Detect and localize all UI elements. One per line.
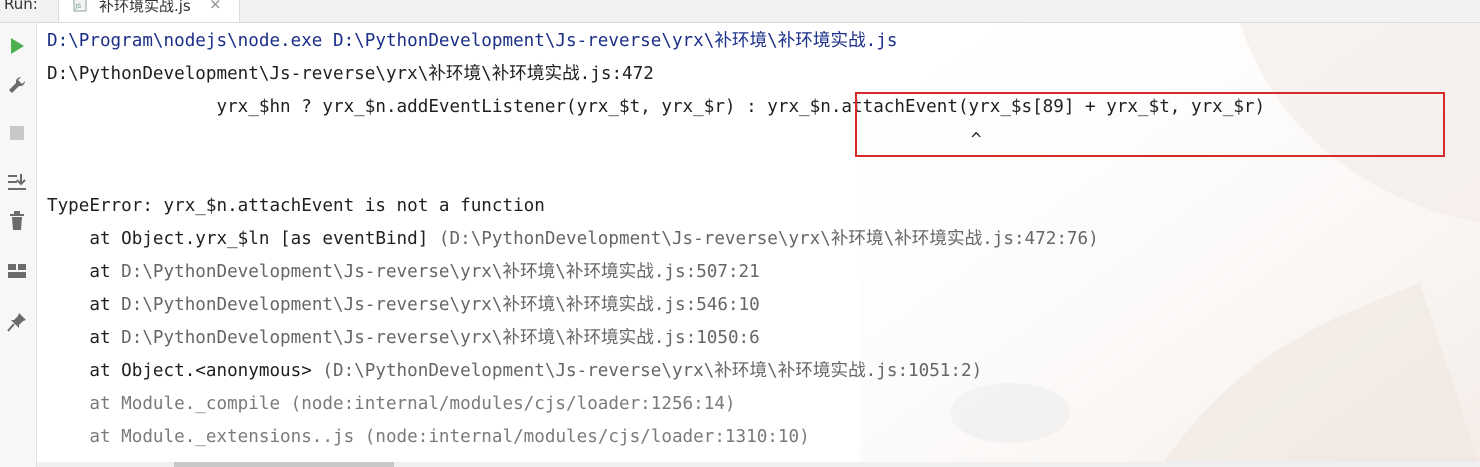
stack-frame: at D:\PythonDevelopment\Js-reverse\yrx\补… xyxy=(47,322,760,355)
stack-frame-internal: at Module._extensions..js (node:internal… xyxy=(47,421,810,454)
js-file-icon: JS xyxy=(73,0,87,12)
stack-frame-link[interactable]: D:\PythonDevelopment\Js-reverse\yrx\补环境\… xyxy=(121,295,760,315)
stack-frame-prefix: at xyxy=(47,262,122,282)
stack-frame: at Object.yrx_$ln [as eventBind] (D:\Pyt… xyxy=(47,223,1099,256)
console-output[interactable]: D:\Program\nodejs\node.exe D:\PythonDeve… xyxy=(37,23,1480,467)
stack-frame-prefix: at Module._compile xyxy=(47,394,291,414)
stack-frame-prefix: at Module._extensions..js xyxy=(47,427,365,447)
stack-frame-link[interactable]: (D:\PythonDevelopment\Js-reverse\yrx\补环境… xyxy=(322,361,982,381)
stack-frame-link[interactable]: (D:\PythonDevelopment\Js-reverse\yrx\补环境… xyxy=(439,229,1099,249)
command-line: D:\Program\nodejs\node.exe D:\PythonDeve… xyxy=(47,31,898,51)
close-icon[interactable]: × xyxy=(209,0,222,13)
stack-frame-prefix: at xyxy=(47,295,122,315)
scroll-to-end-icon[interactable] xyxy=(6,171,28,193)
stack-frame-internal: at Module._compile (node:internal/module… xyxy=(47,388,736,421)
stack-frame-link[interactable]: D:\PythonDevelopment\Js-reverse\yrx\补环境\… xyxy=(121,262,760,282)
rerun-icon[interactable] xyxy=(6,35,28,57)
stack-frame: at Object.<anonymous> (D:\PythonDevelopm… xyxy=(47,355,982,388)
run-label: Run: xyxy=(4,0,38,13)
run-tab-bar: Run: JS 补环境实战.js × xyxy=(0,0,1480,23)
stack-frame-prefix: at xyxy=(47,328,122,348)
error-message: TypeError: yrx_$n.attachEvent is not a f… xyxy=(47,196,545,216)
tab-title: 补环境实战.js xyxy=(99,0,191,15)
stack-frame-prefix: at Object.yrx_$ln [as eventBind] xyxy=(47,229,439,249)
error-location-line: D:\PythonDevelopment\Js-reverse\yrx\补环境\… xyxy=(47,64,654,84)
svg-text:JS: JS xyxy=(75,3,82,10)
source-prefix: yrx_$hn ? yrx_$n.addEventListener(yrx_$t… xyxy=(47,97,768,117)
stack-frame-location: (node:internal/modules/cjs/loader:1310:1… xyxy=(364,427,810,447)
stack-frame: at D:\PythonDevelopment\Js-reverse\yrx\补… xyxy=(47,256,760,289)
tab-run-config[interactable]: JS 补环境实战.js × xyxy=(58,0,240,22)
horizontal-scrollbar[interactable] xyxy=(37,462,1480,467)
stack-frame-prefix: at Object.<anonymous> xyxy=(47,361,323,381)
pin-icon[interactable] xyxy=(6,311,28,333)
scrollbar-thumb[interactable] xyxy=(174,462,394,467)
run-toolbar xyxy=(0,23,37,467)
error-highlight-box xyxy=(855,92,1445,157)
layout-icon[interactable] xyxy=(6,260,28,282)
trash-icon[interactable] xyxy=(6,210,28,232)
wrench-icon[interactable] xyxy=(6,74,28,96)
stop-icon[interactable] xyxy=(6,122,28,144)
stack-frame: at D:\PythonDevelopment\Js-reverse\yrx\补… xyxy=(47,289,760,322)
stack-frame-link[interactable]: D:\PythonDevelopment\Js-reverse\yrx\补环境\… xyxy=(121,328,760,348)
stack-frame-location: (node:internal/modules/cjs/loader:1256:1… xyxy=(290,394,736,414)
